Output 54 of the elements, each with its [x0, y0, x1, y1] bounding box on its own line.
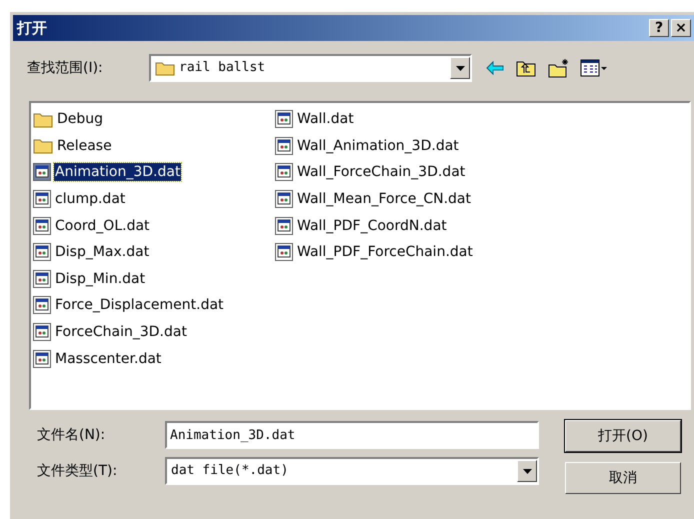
file-item[interactable]: Wall.dat — [296, 110, 355, 128]
folder-icon — [155, 60, 175, 76]
file-item[interactable]: Wall_PDF_ForceChain.dat — [296, 243, 474, 262]
new-folder-icon[interactable] — [548, 58, 570, 78]
file-icon — [33, 216, 51, 235]
file-icon — [275, 163, 293, 182]
file-icon — [33, 296, 51, 314]
caret-icon — [456, 66, 464, 70]
file-item[interactable]: Coord_OL.dat — [54, 216, 151, 235]
file-name-field[interactable]: Animation_3D.dat — [165, 421, 539, 449]
back-arrow-icon[interactable] — [486, 61, 504, 75]
dropdown-arrow-button[interactable] — [450, 57, 470, 79]
file-type-dropdown[interactable]: dat file(*.dat) — [165, 457, 539, 485]
file-icon — [33, 323, 51, 342]
file-icon — [33, 350, 51, 368]
cancel-button[interactable]: 取消 — [565, 462, 681, 494]
look-in-value: rail ballst — [179, 59, 266, 78]
view-menu-icon[interactable] — [580, 59, 608, 77]
file-icon — [275, 243, 293, 262]
file-item[interactable]: Wall_Animation_3D.dat — [296, 136, 460, 155]
file-item[interactable]: Masscenter.dat — [54, 350, 162, 368]
caret-icon — [522, 468, 532, 474]
open-button[interactable]: 打开(O) — [565, 420, 681, 452]
file-item[interactable]: Wall_ForceChain_3D.dat — [296, 163, 466, 182]
window-title: 打开 — [17, 18, 48, 39]
folder-up-icon[interactable] — [516, 59, 536, 77]
file-icon — [275, 110, 293, 128]
file-item[interactable]: Wall_Mean_Force_CN.dat — [296, 190, 472, 208]
folder-icon — [33, 110, 53, 128]
close-button[interactable]: × — [671, 19, 691, 37]
file-icon — [275, 190, 293, 208]
folder-icon — [33, 137, 53, 154]
file-name-label: 文件名(N): — [37, 426, 106, 444]
file-icon — [33, 190, 51, 208]
file-item[interactable]: Disp_Max.dat — [54, 243, 150, 262]
file-icon — [33, 243, 51, 262]
file-item[interactable]: Wall_PDF_CoordN.dat — [296, 216, 448, 235]
file-item[interactable]: Animation_3D.dat — [54, 163, 182, 182]
file-type-value: dat file(*.dat) — [171, 462, 290, 480]
file-icon — [33, 270, 51, 288]
look-in-label: 查找范围(I): — [27, 58, 104, 78]
file-item[interactable]: Release — [56, 136, 113, 155]
file-item[interactable]: Debug — [56, 110, 104, 128]
file-icon — [275, 136, 293, 155]
file-type-label: 文件类型(T): — [37, 462, 118, 480]
file-icon — [33, 163, 51, 182]
help-button[interactable]: ? — [649, 19, 669, 37]
file-item[interactable]: Force_Displacement.dat — [54, 296, 225, 314]
look-in-dropdown[interactable]: rail ballst — [149, 54, 472, 82]
file-item[interactable]: ForceChain_3D.dat — [54, 323, 188, 342]
file-item[interactable]: clump.dat — [54, 190, 126, 208]
file-item[interactable]: Disp_Min.dat — [54, 270, 146, 288]
file-icon — [275, 216, 293, 235]
dropdown-arrow-button[interactable] — [517, 460, 537, 482]
